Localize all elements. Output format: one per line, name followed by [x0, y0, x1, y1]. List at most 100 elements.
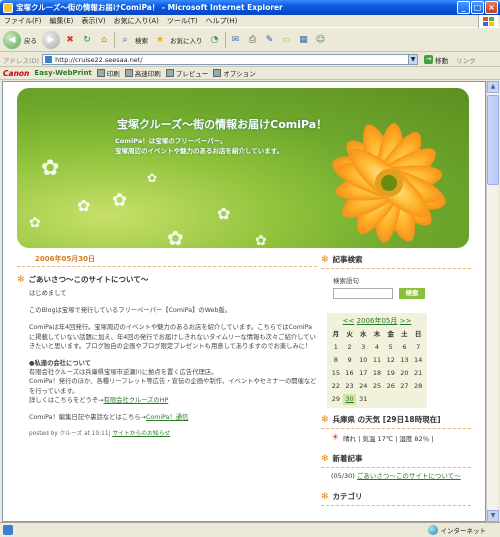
calendar-day: 24 [359, 382, 368, 390]
white-flower-icon: ✿ [217, 204, 231, 223]
calendar-prev-link[interactable]: << [343, 317, 355, 325]
calendar-day: 21 [414, 369, 423, 377]
close-button[interactable]: × [485, 1, 498, 14]
main-content: 2006年05月30日 ✻ ごあいさつ～このサイトについて～ はじめまして この… [17, 254, 317, 439]
research-icon[interactable]: ▦ [297, 33, 311, 47]
options-button[interactable]: オプション [213, 68, 256, 78]
menu-tools[interactable]: ツール(T) [167, 16, 198, 26]
category-heading: ✻ カテゴリ [321, 491, 471, 506]
menu-favorites[interactable]: お気に入り(A) [114, 16, 159, 26]
recent-posts-label: 新着記事 [332, 454, 363, 463]
page-status-icon [3, 525, 13, 535]
post-paragraph: 詳しくはこちらをどうぞ→ [29, 396, 104, 404]
home-icon[interactable]: ⌂ [97, 33, 111, 47]
vertical-scrollbar[interactable]: ▲ ▼ [486, 81, 499, 522]
calendar-day[interactable]: 30 [342, 394, 357, 405]
post-paragraph: 有限会社クルーズは兵庫県宝塚市逆瀬川に拠点を置く広告代理店。 [29, 369, 218, 377]
menu-file[interactable]: ファイル(F) [4, 16, 42, 26]
search-button[interactable]: 検索 [399, 288, 425, 299]
search-heading-label: 記事検索 [332, 255, 363, 264]
go-arrow-icon: → [424, 55, 434, 64]
calendar-day: 14 [414, 356, 423, 364]
search-input[interactable] [333, 288, 393, 299]
security-zone: インターネット [427, 525, 486, 535]
go-button[interactable]: → 移動 [424, 55, 448, 65]
calendar-weekday: 水 [360, 330, 367, 338]
menu-view[interactable]: 表示(V) [81, 16, 105, 26]
back-label[interactable]: 戻る [24, 35, 37, 45]
preview-button[interactable]: プレビュー [165, 68, 209, 78]
canon-logo: Canon [3, 68, 30, 78]
discuss-icon[interactable]: ▭ [280, 33, 294, 47]
stop-icon[interactable]: ✖ [63, 33, 77, 47]
forward-icon[interactable]: ▶ [42, 30, 60, 49]
minimize-button[interactable]: _ [457, 1, 470, 14]
favorites-star-icon[interactable]: ★ [153, 33, 167, 47]
comipa-diary-link[interactable]: ComiPa！通信 [146, 414, 188, 421]
post-paragraph: ComiPa！発行のほか、各種リーフレット等広告・宣伝の企画や制作、イベントやセ… [29, 378, 317, 395]
calendar-day: 1 [333, 343, 338, 351]
blog-description: ComiPa！は宝塚のフリーペーパー。 宝塚周辺のイベントや魅力のあるお店を紹介… [115, 136, 283, 156]
preview-icon [165, 69, 174, 77]
preview-label: プレビュー [175, 70, 209, 78]
options-icon [213, 69, 222, 77]
scroll-thumb[interactable] [487, 95, 499, 185]
maximize-button[interactable]: □ [471, 1, 484, 14]
address-dropdown-icon[interactable]: ▼ [408, 54, 419, 65]
scroll-up-icon[interactable]: ▲ [487, 81, 499, 93]
fast-print-button[interactable]: 高速印刷 [124, 68, 161, 78]
blog-title[interactable]: 宝塚クルーズ～街の情報お届けComiPa！ [117, 116, 327, 132]
posted-by: posted by クルーズ at 10:11| [29, 431, 111, 438]
post-paragraph: ComiPa！編集日記や裏話などはこちら→ [29, 414, 146, 422]
white-flower-icon: ✿ [255, 233, 267, 248]
scroll-down-icon[interactable]: ▼ [487, 510, 499, 522]
calendar-day: 25 [372, 382, 382, 390]
print-icon[interactable]: ⎙ [246, 33, 260, 47]
calendar-weekday: 土 [401, 330, 408, 338]
blog-description-line: ComiPa！は宝塚のフリーペーパー。 [115, 137, 227, 145]
recent-post-date: (05/30) [331, 472, 355, 480]
white-flower-icon: ✿ [112, 190, 128, 211]
search-icon[interactable]: ⌕ [118, 33, 132, 47]
window-titlebar[interactable]: 宝塚クルーズ～街の情報お届けComiPa！ - Microsoft Intern… [0, 0, 500, 15]
calendar-day: 3 [361, 343, 366, 351]
calendar-month[interactable]: 2006年05月 [357, 317, 398, 325]
post-title[interactable]: ごあいさつ～このサイトについて～ [29, 274, 149, 285]
calendar-next-link[interactable]: >> [400, 317, 412, 325]
print-label: 印刷 [106, 70, 120, 78]
page-viewport[interactable]: ✿ ✿ ✿ ✿ ✿ ✿ ✿ ✿ 宝塚クルーズ～街の情報お届けComiPa！ Co… [2, 81, 486, 522]
edit-icon[interactable]: ✎ [263, 33, 277, 47]
calendar-day: 16 [345, 369, 354, 377]
calendar-day: 10 [359, 356, 368, 364]
history-icon[interactable]: ◔ [208, 33, 222, 47]
calendar-day: 29 [331, 395, 340, 403]
menu-help[interactable]: ヘルプ(H) [206, 16, 238, 26]
messenger-icon[interactable]: ☺ [314, 33, 328, 47]
calendar-day: 8 [333, 356, 338, 364]
flower-bullet-icon: ✻ [321, 414, 329, 425]
page-icon [45, 56, 53, 63]
calendar-day: 12 [386, 356, 395, 364]
fast-print-label: 高速印刷 [134, 70, 161, 78]
back-icon[interactable]: ◀ [3, 30, 21, 49]
company-hp-link[interactable]: 有限会社クルーズのHP [104, 397, 169, 404]
address-input[interactable]: http://cruise22.seesaa.net/ [42, 54, 410, 65]
calendar-day: 27 [400, 382, 409, 390]
links-button[interactable]: リンク [456, 55, 476, 65]
search-label[interactable]: 検索 [135, 35, 148, 45]
flower-bullet-icon: ✻ [17, 274, 25, 285]
refresh-icon[interactable]: ↻ [80, 33, 94, 47]
easy-webprint-menu[interactable]: Easy-WebPrint [34, 69, 91, 77]
section-heading: ●私達の会社について [29, 360, 91, 368]
category-link[interactable]: サイトからのお知らせ [112, 431, 170, 437]
post-date: 2006年05月30日 [17, 254, 317, 267]
print-button[interactable]: 印刷 [96, 68, 120, 78]
calendar-header: << 2006年05月 >> [329, 316, 425, 326]
favorites-label[interactable]: お気に入り [170, 35, 203, 45]
mail-icon[interactable]: ✉ [229, 33, 243, 47]
sunny-weather-icon: ☀ [331, 433, 340, 443]
calendar-day: 17 [359, 369, 368, 377]
search-heading: ✻ 記事検索 [321, 254, 471, 269]
menu-edit[interactable]: 編集(E) [50, 16, 74, 26]
recent-post-link[interactable]: ごあいさつ～このサイトについて～ [357, 472, 461, 480]
